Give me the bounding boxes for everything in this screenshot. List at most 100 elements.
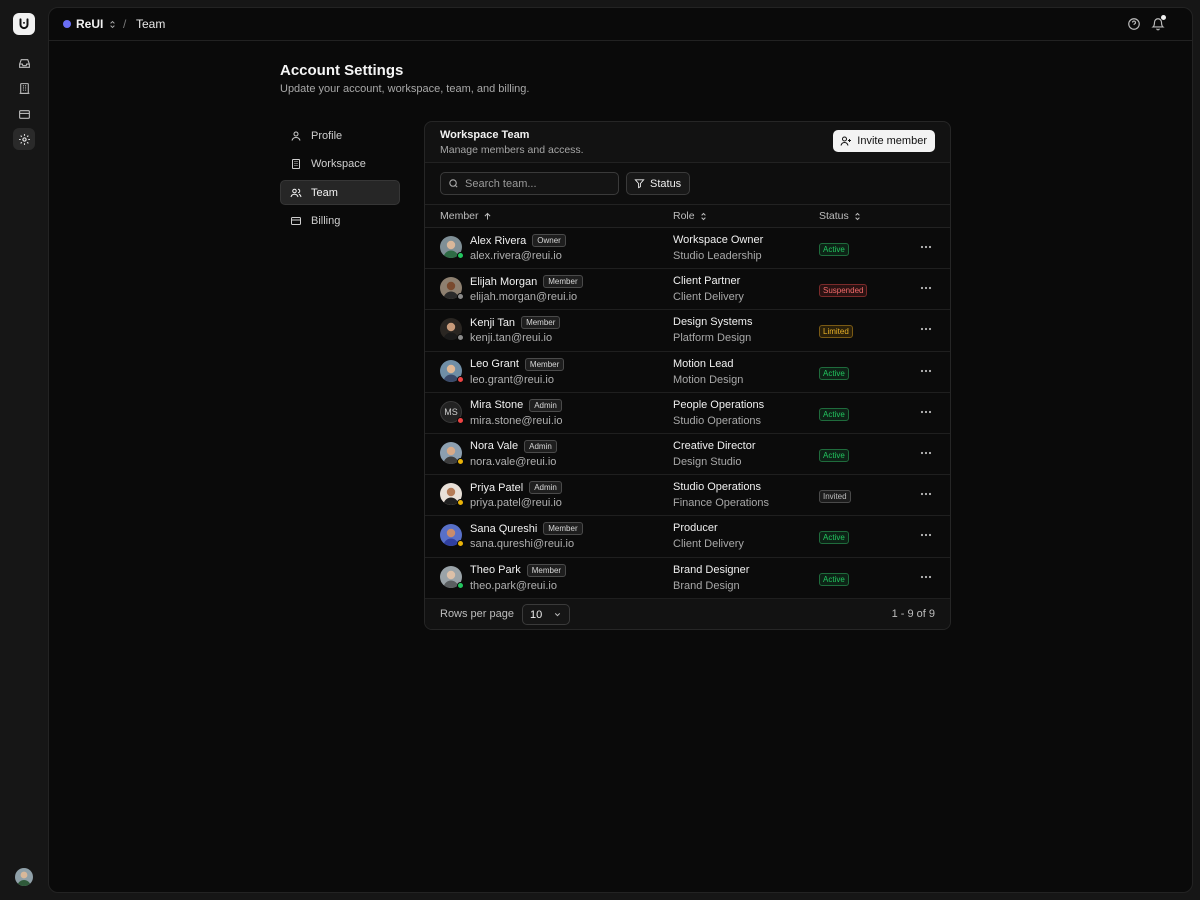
member-role-tag: Member — [526, 563, 567, 577]
notifications-button[interactable] — [1151, 15, 1166, 31]
rows-per-page-value: 10 — [530, 608, 543, 621]
member-name-line: Sana Qureshi Member — [470, 522, 583, 536]
app-logo[interactable] — [13, 13, 35, 35]
row-actions-button[interactable] — [919, 282, 933, 294]
member-email: nora.vale@reui.io — [470, 455, 557, 468]
row-actions-button[interactable] — [919, 529, 933, 541]
presence-dot — [457, 499, 464, 507]
search-input[interactable] — [465, 177, 605, 190]
column-header-status[interactable]: Status — [819, 210, 862, 222]
user-plus-icon — [840, 136, 852, 146]
member-name: Theo Park — [470, 564, 521, 576]
table-row[interactable]: Sana Qureshi Member sana.qureshi@reui.io… — [425, 516, 950, 558]
table-footer: Rows per page 10 1 - 9 of 9 — [425, 599, 950, 629]
member-avatar — [440, 565, 464, 589]
inbox-nav-button[interactable] — [13, 52, 35, 74]
table-row[interactable]: Nora Vale Admin nora.vale@reui.io Creati… — [425, 433, 950, 476]
chevrons-up-down-icon — [855, 212, 860, 220]
row-actions-button[interactable] — [919, 406, 933, 418]
invite-member-button[interactable]: Invite member — [833, 130, 935, 152]
role-title: Creative Director — [673, 439, 756, 452]
rows-per-page-select[interactable]: 10 — [522, 604, 570, 625]
role-title: Workspace Owner — [673, 234, 764, 246]
table-header: Member Role Status — [425, 204, 950, 228]
settings-nav-billing[interactable]: Billing — [280, 209, 400, 234]
member-name-line: Nora Vale Admin — [470, 439, 557, 453]
role-team: Client Delivery — [673, 538, 744, 551]
user-icon — [291, 131, 301, 141]
settings-nav-label: Workspace — [311, 158, 366, 170]
more-horizontal-icon — [920, 410, 932, 413]
member-email: sana.qureshi@reui.io — [470, 538, 575, 551]
row-actions-button[interactable] — [919, 488, 933, 500]
role-team: Platform Design — [673, 332, 752, 345]
table-row[interactable]: Alex Rivera Owner alex.rivera@reui.io Wo… — [425, 228, 950, 270]
settings-nav-team[interactable]: Team — [280, 180, 400, 205]
workspace-switcher[interactable]: ReUI — [63, 17, 117, 31]
column-header-role[interactable]: Role — [673, 210, 708, 222]
row-actions-button[interactable] — [919, 447, 933, 459]
presence-dot — [457, 252, 464, 259]
rows-per-page-label: Rows per page — [440, 608, 514, 620]
settings-nav-profile[interactable]: Profile — [280, 123, 400, 148]
member-role-tag: Admin — [524, 439, 557, 453]
member-name: Nora Vale — [470, 440, 519, 453]
status-badge: Active — [819, 531, 849, 545]
table-row[interactable]: Kenji Tan Member kenji.tan@reui.io Desig… — [425, 310, 950, 352]
member-name-line: Theo Park Member — [470, 563, 567, 577]
member-role-tag: Member — [524, 357, 565, 371]
status-badge: Invited — [819, 490, 851, 504]
role-title: Producer — [673, 522, 718, 535]
users-icon — [290, 188, 302, 197]
arrow-up-icon — [484, 212, 490, 219]
member-role-tag: Member — [543, 275, 583, 289]
member-avatar — [440, 277, 464, 301]
status-filter-button[interactable]: Status — [626, 172, 691, 195]
member-avatar: MS — [440, 400, 464, 424]
table-row[interactable]: MS Mira Stone Admin mira.stone@reui.io P… — [425, 392, 950, 434]
search-box[interactable] — [440, 172, 619, 195]
left-rail — [0, 0, 48, 900]
column-header-member[interactable]: Member — [440, 210, 492, 222]
settings-nav-workspace[interactable]: Workspace — [280, 152, 400, 177]
role-title: Client Partner — [673, 275, 741, 288]
settings-nav-button[interactable] — [13, 128, 35, 150]
table-row[interactable]: Elijah Morgan Member elijah.morgan@reui.… — [425, 269, 950, 311]
member-avatar — [440, 359, 464, 383]
chevron-down-icon — [554, 613, 561, 617]
more-horizontal-icon — [920, 575, 932, 578]
more-horizontal-icon — [920, 493, 932, 496]
member-role-tag: Member — [521, 316, 561, 330]
avatar-icon — [15, 868, 33, 886]
member-avatar — [440, 318, 464, 342]
notification-dot — [1161, 15, 1166, 20]
page-subtitle: Update your account, workspace, team, an… — [280, 83, 530, 95]
role-team: Finance Operations — [673, 497, 769, 510]
member-email: elijah.morgan@reui.io — [470, 291, 578, 304]
member-role-tag: Owner — [532, 234, 566, 247]
member-name-line: Mira Stone Admin — [470, 398, 562, 412]
help-button[interactable] — [1127, 17, 1141, 31]
credit-card-icon — [18, 109, 30, 119]
role-team: Studio Leadership — [673, 250, 762, 262]
table-row[interactable]: Theo Park Member theo.park@reui.io Brand… — [425, 557, 950, 599]
more-horizontal-icon — [920, 328, 932, 331]
presence-dot — [457, 334, 464, 342]
table-row[interactable]: Priya Patel Admin priya.patel@reui.io St… — [425, 475, 950, 517]
role-title: Brand Designer — [673, 563, 750, 576]
member-name-line: Kenji Tan Member — [470, 316, 561, 330]
column-header-label: Status — [819, 210, 849, 222]
row-actions-button[interactable] — [919, 571, 933, 583]
user-avatar[interactable] — [15, 868, 33, 886]
row-actions-button[interactable] — [919, 241, 933, 253]
inbox-icon — [18, 58, 30, 68]
role-team: Studio Operations — [673, 414, 762, 427]
member-name: Kenji Tan — [470, 316, 516, 329]
building-nav-button[interactable] — [13, 77, 35, 99]
row-actions-button[interactable] — [919, 365, 933, 377]
table-row[interactable]: Leo Grant Member leo.grant@reui.io Motio… — [425, 351, 950, 393]
member-name: Priya Patel — [470, 481, 524, 494]
row-actions-button[interactable] — [919, 323, 933, 335]
billing-nav-button[interactable] — [13, 103, 35, 125]
presence-dot — [457, 540, 464, 548]
